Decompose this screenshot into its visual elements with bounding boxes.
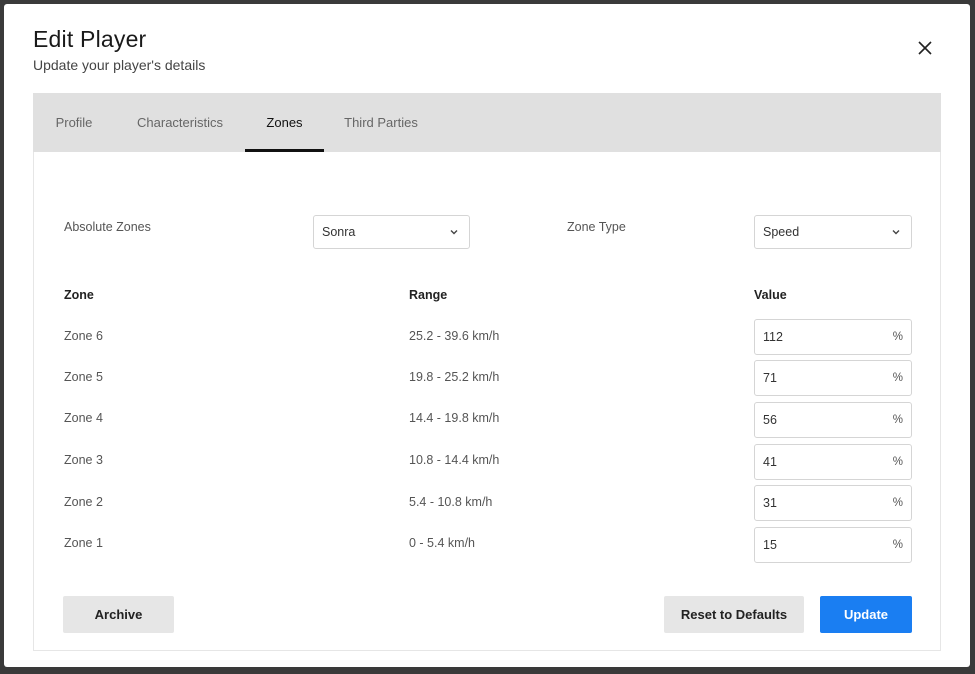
zone-value-input[interactable]: 31 %	[754, 485, 912, 521]
tab-bar: Profile Characteristics Zones Third Part…	[33, 93, 941, 152]
value-column-header: Value	[754, 288, 787, 302]
modal-subtitle: Update your player's details	[33, 57, 206, 73]
zone-range: 14.4 - 19.8 km/h	[409, 411, 500, 425]
percent-unit: %	[892, 539, 903, 551]
absolute-zones-value: Sonra	[322, 225, 356, 239]
zone-value: 56	[763, 413, 777, 427]
tab-characteristics[interactable]: Characteristics	[115, 93, 245, 152]
tab-third-parties[interactable]: Third Parties	[324, 93, 438, 152]
zone-range: 10.8 - 14.4 km/h	[409, 453, 500, 467]
chevron-down-icon	[450, 230, 458, 235]
zone-value-input[interactable]: 41 %	[754, 444, 912, 480]
percent-unit: %	[892, 331, 903, 343]
zone-value-input[interactable]: 56 %	[754, 402, 912, 438]
percent-unit: %	[892, 372, 903, 384]
zone-value-input[interactable]: 15 %	[754, 527, 912, 563]
reset-to-defaults-button[interactable]: Reset to Defaults	[664, 596, 804, 633]
range-column-header: Range	[409, 288, 448, 302]
zone-value: 41	[763, 455, 777, 469]
modal-title: Edit Player	[33, 26, 147, 52]
zone-column-header: Zone	[64, 288, 94, 302]
zone-range: 25.2 - 39.6 km/h	[409, 329, 500, 343]
absolute-zones-select[interactable]: Sonra	[313, 215, 470, 249]
zone-value-input[interactable]: 71 %	[754, 360, 912, 396]
close-icon[interactable]	[913, 36, 937, 60]
zone-value: 31	[763, 496, 777, 510]
zone-value: 71	[763, 371, 777, 385]
percent-unit: %	[892, 456, 903, 468]
edit-player-modal: Edit Player Update your player's details…	[4, 4, 970, 667]
percent-unit: %	[892, 497, 903, 509]
archive-button[interactable]: Archive	[63, 596, 174, 633]
zone-type-value: Speed	[763, 225, 800, 239]
chevron-down-icon	[892, 230, 900, 235]
zone-name: Zone 2	[64, 495, 103, 509]
zone-range: 19.8 - 25.2 km/h	[409, 370, 500, 384]
tab-profile[interactable]: Profile	[33, 93, 115, 152]
zone-value: 15	[763, 538, 777, 552]
absolute-zones-label: Absolute Zones	[64, 220, 151, 234]
zone-type-select[interactable]: Speed	[754, 215, 912, 249]
zone-name: Zone 5	[64, 370, 103, 384]
tab-zones[interactable]: Zones	[245, 93, 324, 152]
zone-value: 112	[763, 330, 783, 344]
zone-name: Zone 1	[64, 536, 103, 550]
percent-unit: %	[892, 414, 903, 426]
update-button[interactable]: Update	[820, 596, 912, 633]
zone-value-input[interactable]: 112 %	[754, 319, 912, 355]
zone-range: 0 - 5.4 km/h	[409, 536, 475, 550]
zone-range: 5.4 - 10.8 km/h	[409, 495, 493, 509]
zone-name: Zone 3	[64, 453, 103, 467]
zone-name: Zone 6	[64, 329, 103, 343]
zone-name: Zone 4	[64, 411, 103, 425]
zones-panel: Absolute Zones Sonra Zone Type Speed Zon…	[33, 152, 941, 651]
zone-type-label: Zone Type	[567, 220, 626, 234]
